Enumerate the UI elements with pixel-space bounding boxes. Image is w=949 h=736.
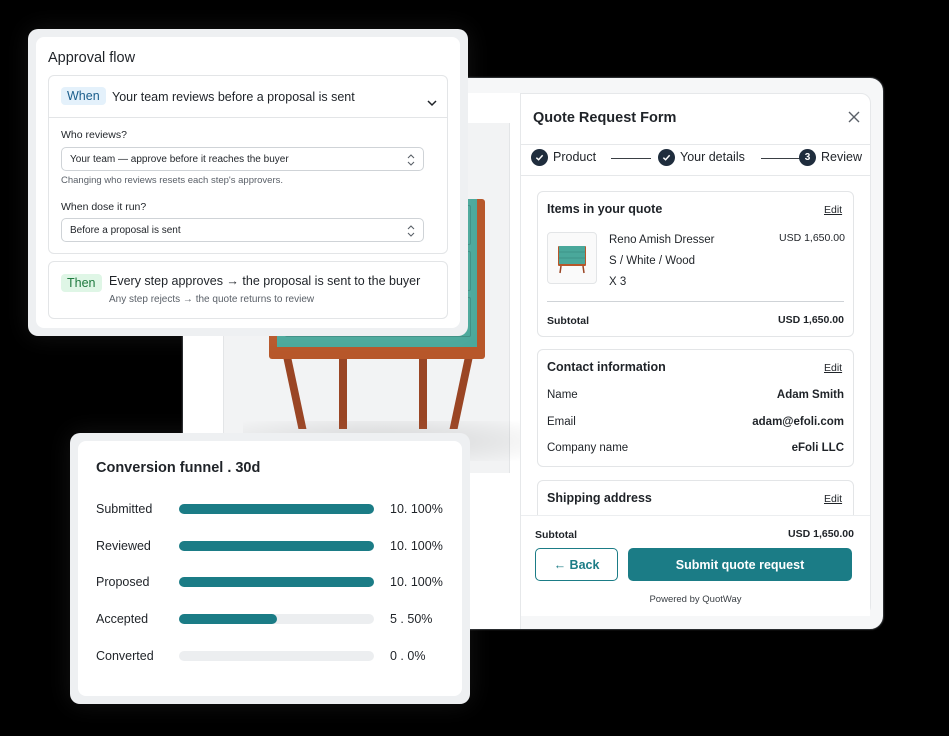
step-review[interactable]: Review — [821, 150, 862, 164]
when-run-value: Before a proposal is sent — [70, 224, 181, 236]
when-run-select[interactable]: Before a proposal is sent — [61, 218, 424, 242]
select-arrows-icon — [407, 154, 415, 166]
funnel-fill — [179, 577, 374, 587]
product-variant: S / White / Wood — [609, 255, 696, 267]
step-connector — [761, 158, 801, 159]
funnel-label-reviewed: Reviewed — [96, 539, 151, 553]
when-section: When Your team reviews before a proposal… — [48, 75, 448, 254]
who-reviews-label: Who reviews? — [61, 129, 127, 141]
product-quantity: X 3 — [609, 276, 627, 288]
select-arrows-icon — [407, 225, 415, 237]
check-icon — [531, 149, 548, 166]
quote-footer: Subtotal USD 1,650.00 ← Back Submit quot… — [521, 515, 870, 616]
contact-email-value: adam@efoli.com — [752, 416, 844, 428]
powered-by-text: Powered by QuotWay — [649, 594, 742, 605]
contact-name-value: Adam Smith — [776, 389, 844, 401]
who-reviews-helper: Changing who reviews resets each step's … — [61, 175, 284, 186]
divider — [547, 301, 844, 302]
check-icon — [658, 149, 675, 166]
funnel-title: Conversion funnel . 30d — [96, 460, 261, 476]
edit-shipping-link[interactable]: Edit — [824, 493, 842, 505]
funnel-value-reviewed: 10. 100% — [390, 539, 443, 553]
quote-request-panel: Quote Request Form Product Your details … — [520, 93, 871, 616]
then-section: Then Every step approves → the proposal … — [48, 261, 448, 319]
dresser-leg — [419, 359, 427, 429]
when-run-label: When dose it run? — [61, 201, 147, 213]
step-product[interactable]: Product — [553, 150, 596, 164]
contact-name-label: Name — [547, 389, 578, 401]
funnel-fill — [179, 541, 374, 551]
conversion-funnel-card: Conversion funnel . 30d Submitted 10. 10… — [70, 433, 470, 704]
divider — [521, 175, 870, 176]
product-thumbnail — [547, 232, 597, 284]
product-name: Reno Amish Dresser — [609, 234, 715, 246]
submit-quote-button[interactable]: Submit quote request — [628, 548, 852, 581]
funnel-label-submitted: Submitted — [96, 502, 153, 516]
funnel-value-submitted: 10. 100% — [390, 502, 443, 516]
when-condition-text: Your team reviews before a proposal is s… — [112, 90, 355, 104]
funnel-bar-reviewed — [179, 541, 374, 551]
funnel-value-accepted: 5 . 50% — [390, 612, 433, 626]
contact-company-label: Company name — [547, 442, 629, 454]
funnel-label-converted: Converted — [96, 649, 154, 663]
edit-contact-link[interactable]: Edit — [824, 362, 842, 374]
funnel-fill — [179, 504, 374, 514]
contact-card: Contact information Edit Name Adam Smith… — [537, 349, 854, 467]
funnel-value-converted: 0 . 0% — [390, 649, 426, 663]
footer-subtotal-label: Subtotal — [535, 529, 577, 541]
who-reviews-value: Your team — approve before it reaches th… — [70, 153, 289, 165]
step-your-details[interactable]: Your details — [680, 150, 745, 164]
product-price: USD 1,650.00 — [779, 232, 845, 244]
funnel-label-accepted: Accepted — [96, 612, 149, 626]
approval-flow-title: Approval flow — [48, 50, 136, 66]
when-tag: When — [61, 87, 106, 105]
divider — [49, 117, 447, 118]
approval-flow-panel: Approval flow When Your team reviews bef… — [36, 37, 460, 328]
approval-flow-card: Approval flow When Your team reviews bef… — [28, 29, 468, 336]
items-card: Items in your quote Edit Reno Amish Dres… — [537, 191, 854, 337]
contact-card-title: Contact information — [547, 360, 666, 374]
step-connector — [611, 158, 651, 159]
funnel-fill — [179, 614, 277, 624]
who-reviews-select[interactable]: Your team — approve before it reaches th… — [61, 147, 424, 171]
contact-email-label: Email — [547, 416, 576, 428]
step-number: 3 — [799, 149, 816, 166]
chevron-down-icon[interactable] — [427, 95, 437, 107]
divider — [521, 144, 870, 145]
then-outcome-text: Every step approves → the proposal is se… — [109, 274, 421, 288]
back-button[interactable]: ← Back — [535, 548, 618, 581]
quote-form-title: Quote Request Form — [533, 110, 677, 126]
funnel-value-proposed: 10. 100% — [390, 575, 443, 589]
items-card-title: Items in your quote — [547, 202, 663, 216]
funnel-bar-accepted — [179, 614, 374, 624]
then-tag: Then — [61, 274, 102, 292]
items-subtotal-label: Subtotal — [547, 315, 589, 327]
progress-stepper: Product Your details 3 Review — [531, 149, 862, 169]
funnel-label-proposed: Proposed — [96, 575, 150, 589]
footer-subtotal-value: USD 1,650.00 — [788, 528, 854, 540]
then-reject-text: Any step rejects → the quote returns to … — [109, 294, 315, 305]
shipping-card-title: Shipping address — [547, 491, 652, 505]
funnel-bar-proposed — [179, 577, 374, 587]
dresser-leg — [339, 359, 347, 429]
conversion-funnel-panel: Conversion funnel . 30d Submitted 10. 10… — [78, 441, 462, 696]
items-subtotal-value: USD 1,650.00 — [778, 314, 844, 326]
contact-company-value: eFoli LLC — [791, 442, 844, 454]
edit-items-link[interactable]: Edit — [824, 204, 842, 216]
close-icon[interactable] — [848, 110, 860, 123]
funnel-bar-converted — [179, 651, 374, 661]
funnel-bar-submitted — [179, 504, 374, 514]
